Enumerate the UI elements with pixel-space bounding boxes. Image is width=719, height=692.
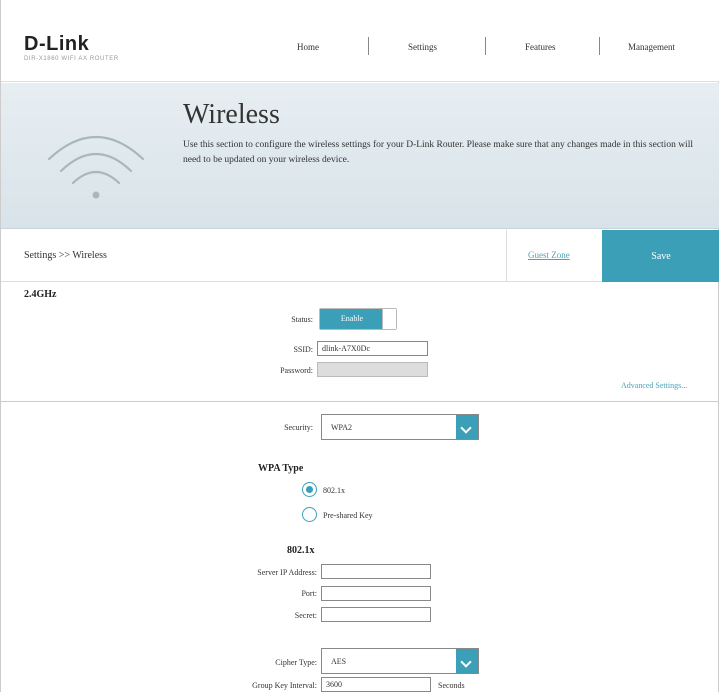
wpa-type-label-8021x: 802.1x xyxy=(323,486,345,495)
band-title: 2.4GHz xyxy=(24,289,57,300)
cipher-type-select[interactable]: AES xyxy=(321,648,479,674)
nav-home[interactable]: Home xyxy=(297,42,319,52)
guest-zone-link[interactable]: Guest Zone xyxy=(528,250,570,260)
port-label: Port: xyxy=(301,589,317,598)
status-toggle-value: Enable xyxy=(320,309,384,329)
guest-zone-link-cell: Guest Zone xyxy=(506,230,601,282)
port-input[interactable] xyxy=(321,586,431,601)
chevron-down-icon xyxy=(456,415,478,439)
save-button[interactable]: Save xyxy=(602,230,719,282)
section-divider xyxy=(1,401,719,402)
ssid-label: SSID: xyxy=(293,345,313,354)
server-ip-input[interactable] xyxy=(321,564,431,579)
nav-divider xyxy=(599,37,600,55)
password-input[interactable] xyxy=(317,362,428,377)
wpa-type-title: WPA Type xyxy=(258,463,304,474)
group-key-interval-label: Group Key Interval: xyxy=(252,681,317,690)
server-ip-label: Server IP Address: xyxy=(257,568,317,577)
wpa-type-label-psk: Pre-shared Key xyxy=(323,511,373,520)
breadcrumb-bar: Settings >> Wireless Guest Zone Save xyxy=(1,230,719,282)
group-key-interval-unit: Seconds xyxy=(438,681,465,690)
password-label: Password: xyxy=(280,366,313,375)
logo-tagline: DIR-X1860 WIFI AX ROUTER xyxy=(24,56,119,62)
advanced-settings-link[interactable]: Advanced Settings... xyxy=(621,381,687,390)
secret-input[interactable] xyxy=(321,607,431,622)
wpa-type-radio-psk[interactable] xyxy=(302,507,317,522)
nav-management[interactable]: Management xyxy=(628,42,675,52)
group-key-interval-input[interactable] xyxy=(321,677,431,692)
security-select[interactable]: WPA2 xyxy=(321,414,479,440)
secret-label: Secret: xyxy=(294,611,317,620)
wifi-icon xyxy=(47,136,145,199)
ssid-input[interactable] xyxy=(317,341,428,356)
cipher-type-label: Cipher Type: xyxy=(275,658,317,667)
dlink-logo[interactable]: D-Link xyxy=(24,33,89,56)
router-admin-page: D-Link DIR-X1860 WIFI AX ROUTER Home Set… xyxy=(0,0,719,692)
breadcrumb: Settings >> Wireless xyxy=(24,250,107,261)
cipher-type-select-value: AES xyxy=(331,657,347,666)
radius-title: 802.1x xyxy=(287,545,315,556)
page-description: Use this section to configure the wirele… xyxy=(183,140,693,165)
nav-features[interactable]: Features xyxy=(525,42,556,52)
nav-settings[interactable]: Settings xyxy=(408,42,437,52)
status-label: Status: xyxy=(291,315,313,324)
status-toggle[interactable]: Enable xyxy=(319,308,397,330)
toggle-knob xyxy=(382,309,396,329)
top-navigation-bar: D-Link DIR-X1860 WIFI AX ROUTER Home Set… xyxy=(1,0,719,82)
wpa-type-radio-8021x[interactable] xyxy=(302,482,317,497)
chevron-down-icon xyxy=(456,649,478,673)
security-select-value: WPA2 xyxy=(331,423,353,432)
nav-divider xyxy=(485,37,486,55)
page-title: Wireless xyxy=(183,99,280,130)
page-header: Wireless Use this section to configure t… xyxy=(1,83,719,229)
security-label: Security: xyxy=(284,423,313,432)
nav-divider xyxy=(368,37,369,55)
